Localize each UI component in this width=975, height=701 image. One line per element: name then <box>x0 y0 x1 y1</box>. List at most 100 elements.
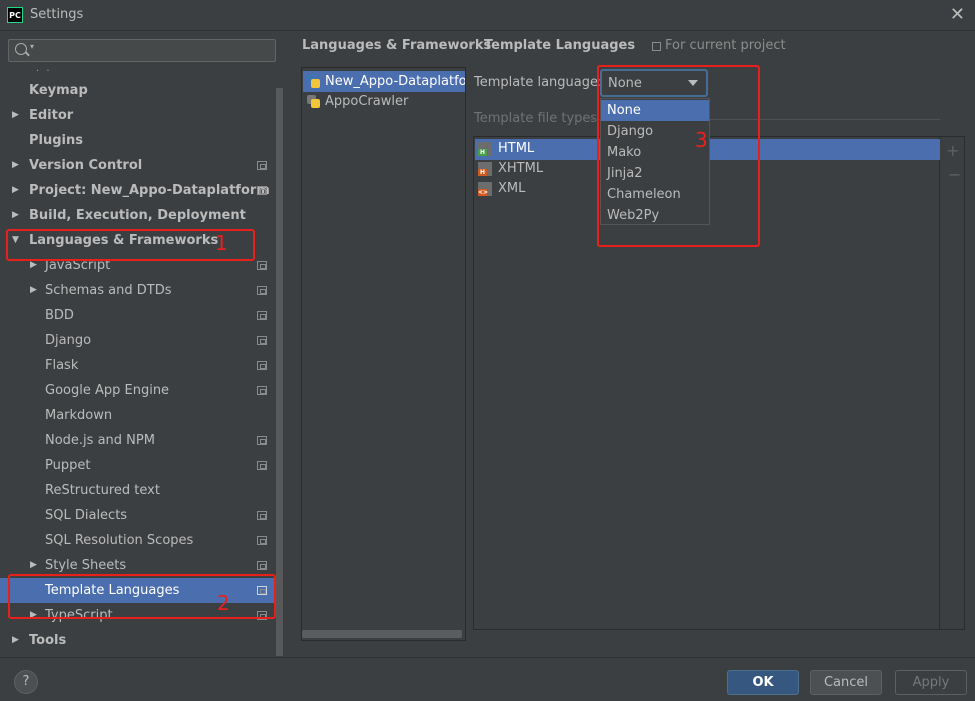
file-type-label: XHTML <box>498 161 544 176</box>
tree-item-tools[interactable]: ▶ Tools <box>0 628 276 653</box>
file-icon-tag: H <box>478 169 487 176</box>
chevron-right-icon[interactable]: ▶ <box>12 628 19 653</box>
project-scope-icon <box>257 161 267 170</box>
tree-item-label: Keymap <box>29 83 88 98</box>
pycharm-logo-icon: PC <box>7 7 23 23</box>
tree-item-project[interactable]: ▶ Project: New_Appo-Dataplatform <box>0 178 276 203</box>
project-list: New_Appo-Dataplatform AppoCrawler <box>301 67 466 641</box>
tree-item-label: Editor <box>29 108 74 123</box>
sidebar-scrollbar-thumb[interactable] <box>276 88 283 656</box>
annotation-number-3: 3 <box>695 128 708 152</box>
sidebar-scrollbar[interactable] <box>276 88 283 656</box>
tree-item-label: Flask <box>45 358 79 373</box>
tree-item-sql-dialects[interactable]: SQL Dialects <box>0 503 276 528</box>
breadcrumb-current: Template Languages <box>484 38 636 53</box>
tree-item-build-execution-deployment[interactable]: ▶ Build, Execution, Deployment <box>0 203 276 228</box>
template-file-types-label: Template file types <box>474 111 598 126</box>
project-scope-icon <box>257 186 267 195</box>
annotation-number-1: 1 <box>215 231 228 255</box>
breadcrumb-separator: › <box>469 37 475 52</box>
tree-item-google-app-engine[interactable]: Google App Engine <box>0 378 276 403</box>
project-scope-icon <box>257 536 267 545</box>
project-scope-icon <box>257 436 267 445</box>
tree-item-flask[interactable]: Flask <box>0 353 276 378</box>
project-scope-icon <box>257 286 267 295</box>
tree-item-sql-resolution-scopes[interactable]: SQL Resolution Scopes <box>0 528 276 553</box>
file-icon-tag: <> <box>478 189 489 196</box>
project-scope-icon <box>257 386 267 395</box>
tree-item-version-control[interactable]: ▶ Version Control <box>0 153 276 178</box>
annotation-number-2: 2 <box>217 591 230 615</box>
search-icon <box>15 43 27 55</box>
tree-item-label: Plugins <box>29 133 83 148</box>
project-item-label: AppoCrawler <box>325 94 409 109</box>
xhtml-file-icon: H <box>478 162 492 176</box>
annotation-box-3 <box>597 65 760 247</box>
tree-item-label: Django <box>45 333 92 348</box>
cancel-button[interactable]: Cancel <box>810 670 882 695</box>
title-bar: PC Settings ✕ <box>0 0 975 31</box>
project-scope-icon <box>257 461 267 470</box>
chevron-right-icon[interactable]: ▶ <box>12 153 19 178</box>
tree-item-label: SQL Dialects <box>45 508 128 523</box>
tree-item-plugins[interactable]: Plugins <box>0 128 276 153</box>
tree-item-label: ReStructured text <box>45 483 160 498</box>
tree-item-restructured-text[interactable]: ReStructured text <box>0 478 276 503</box>
template-language-label: Template language: <box>474 75 603 90</box>
project-scope-icon <box>257 336 267 345</box>
project-item-new-appo-dataplatform[interactable]: New_Appo-Dataplatform <box>303 71 465 92</box>
tree-item-bdd[interactable]: BDD <box>0 303 276 328</box>
tree-item-label: Project: New_Appo-Dataplatform <box>29 183 270 198</box>
tree-item-label: Version Control <box>29 158 143 173</box>
project-scope-icon <box>257 511 267 520</box>
apply-button[interactable]: Apply <box>895 670 967 695</box>
html-file-icon: H <box>478 142 492 156</box>
xml-file-icon: <> <box>478 182 492 196</box>
help-button[interactable]: ? <box>14 670 38 694</box>
add-icon[interactable]: + <box>946 141 959 160</box>
project-scope-icon <box>257 361 267 370</box>
chevron-right-icon[interactable]: ▶ <box>12 103 19 128</box>
python-project-icon <box>307 95 320 108</box>
tree-item-markdown[interactable]: Markdown <box>0 403 276 428</box>
settings-sidebar: ▾ · · Keymap ▶ Editor Plugins ▶ Version … <box>0 32 284 656</box>
project-scope-icon <box>257 561 267 570</box>
tree-item-schemas-dtds[interactable]: ▶ Schemas and DTDs <box>0 278 276 303</box>
tree-item-label: Puppet <box>45 458 91 473</box>
dialog-button-bar: ? OK Cancel Apply <box>0 657 975 701</box>
chevron-right-icon[interactable]: ▶ <box>12 203 19 228</box>
project-scope-icon <box>257 261 267 270</box>
scope-label: For current project <box>665 38 786 53</box>
window-title: Settings <box>30 7 84 22</box>
close-icon[interactable]: ✕ <box>950 4 965 25</box>
ok-button[interactable]: OK <box>727 670 799 695</box>
file-type-label: HTML <box>498 141 535 156</box>
tree-item-label: Node.js and NPM <box>45 433 155 448</box>
chevron-right-icon[interactable]: ▶ <box>12 178 19 203</box>
tree-item-nodejs-npm[interactable]: Node.js and NPM <box>0 428 276 453</box>
tree-item-django[interactable]: Django <box>0 328 276 353</box>
remove-icon[interactable]: − <box>948 165 961 184</box>
search-input[interactable] <box>41 41 269 60</box>
file-type-label: XML <box>498 181 526 196</box>
file-icon-tag: H <box>478 149 487 156</box>
search-box[interactable]: ▾ <box>8 39 276 62</box>
chevron-right-icon[interactable]: ▶ <box>30 278 37 303</box>
project-list-scrollbar[interactable] <box>302 630 462 638</box>
chevron-down-icon: ▾ <box>30 42 35 51</box>
annotation-box-2 <box>8 574 276 619</box>
breadcrumb-parent[interactable]: Languages & Frameworks <box>302 38 491 53</box>
tree-item-puppet[interactable]: Puppet <box>0 453 276 478</box>
tree-item-label: Tools <box>29 633 67 648</box>
tree-item-editor[interactable]: ▶ Editor <box>0 103 276 128</box>
tree-item-label: Google App Engine <box>45 383 170 398</box>
tree-item-label: Markdown <box>45 408 113 423</box>
scroll-ellipsis: · · <box>36 66 52 77</box>
tree-item-keymap[interactable]: Keymap <box>0 78 276 103</box>
project-item-label: New_Appo-Dataplatform <box>325 74 465 89</box>
python-project-icon <box>307 75 320 88</box>
project-item-appocrawler[interactable]: AppoCrawler <box>303 91 465 112</box>
tree-item-label: BDD <box>45 308 74 323</box>
project-scope-icon <box>652 42 661 51</box>
tree-item-label: SQL Resolution Scopes <box>45 533 194 548</box>
